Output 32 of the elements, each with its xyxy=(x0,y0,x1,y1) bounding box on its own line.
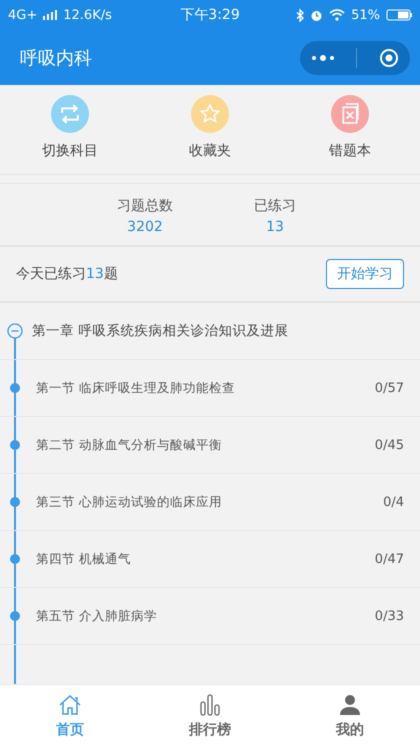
stat-value: 13 xyxy=(266,219,284,235)
section-row[interactable]: 第五节 介入肺脏病学 0/33 xyxy=(0,588,420,645)
bar-chart-icon xyxy=(198,693,222,717)
shortcut-button[interactable]: 切换科目 xyxy=(20,95,120,160)
user-icon xyxy=(338,693,362,717)
section-row[interactable]: 第一节 临床呼吸生理及肺功能检查 0/57 xyxy=(0,360,420,417)
chapter-row[interactable]: 第一章 呼吸系统疾病相关诊治知识及进展 xyxy=(0,303,420,360)
clock: 下午3:29 xyxy=(180,6,240,24)
shortcut-button[interactable]: 错题本 xyxy=(300,95,400,160)
battery-icon xyxy=(386,9,412,21)
bluetooth-icon xyxy=(296,8,304,22)
stat-label: 已练习 xyxy=(254,197,296,215)
tab-item[interactable]: 我的 xyxy=(280,685,420,747)
start-study-button[interactable]: 开始学习 xyxy=(326,259,404,289)
alarm-icon xyxy=(310,8,324,22)
page-title: 呼吸内科 xyxy=(20,46,92,70)
shortcut-button[interactable]: 收藏夹 xyxy=(160,95,260,160)
section-row[interactable]: 第二节 动脉血气分析与酸碱平衡 0/45 xyxy=(0,417,420,474)
section-row[interactable]: 第三节 心肺运动试验的临床应用 0/4 xyxy=(0,474,420,531)
signal-icon xyxy=(43,10,58,20)
today-summary: 今天已练习 13题 xyxy=(16,265,118,283)
more-icon[interactable] xyxy=(310,54,335,60)
stat-label: 习题总数 xyxy=(117,197,173,215)
battery-label: 51% xyxy=(351,8,380,22)
speed-label: 12.6K/s xyxy=(63,8,112,22)
network-label: 4G+ xyxy=(8,8,38,22)
tab-item[interactable]: 排行榜 xyxy=(140,685,280,747)
stat-value: 3202 xyxy=(127,219,163,235)
wifi-icon xyxy=(329,9,346,21)
section-row[interactable]: 第四节 机械通气 0/47 xyxy=(0,531,420,588)
home-icon xyxy=(58,693,82,717)
collapse-icon[interactable] xyxy=(7,323,23,339)
